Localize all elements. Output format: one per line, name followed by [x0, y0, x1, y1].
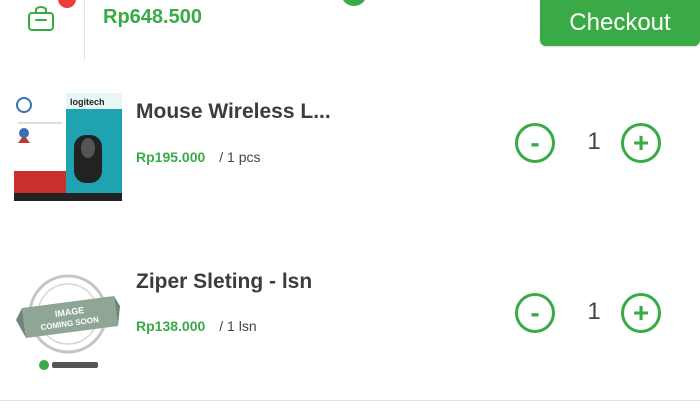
increase-quantity-button[interactable]: +: [621, 293, 661, 333]
product-unit: / 1 pcs: [219, 149, 261, 165]
decrease-quantity-button[interactable]: -: [515, 123, 555, 163]
shopping-bag-icon: [28, 6, 54, 31]
price-line: Rp195.000 / 1 pcs: [136, 149, 261, 165]
decrease-quantity-button[interactable]: -: [515, 293, 555, 333]
product-name[interactable]: Ziper Sleting - lsn: [136, 270, 312, 294]
product-unit: / 1 lsn: [219, 318, 257, 334]
svg-text:logitech: logitech: [70, 97, 105, 107]
cart-item: IMAGE COMING SOON Ziper Sleting - lsn Rp…: [0, 230, 700, 401]
checkout-button[interactable]: Checkout: [540, 0, 700, 46]
cart-total-price: Rp648.500: [103, 6, 202, 28]
cart-header: Rp648.500 Checkout: [0, 0, 700, 61]
product-price: Rp138.000: [136, 318, 206, 334]
cart-item: logitech Mouse Wireless L... Rp195.000 / …: [0, 60, 700, 231]
quantity-value: 1: [587, 128, 601, 155]
product-name[interactable]: Mouse Wireless L...: [136, 100, 331, 124]
quantity-value: 1: [587, 298, 601, 325]
product-price: Rp195.000: [136, 149, 206, 165]
cart-button[interactable]: [0, 0, 85, 60]
image-coming-soon-placeholder: IMAGE COMING SOON: [16, 274, 120, 370]
status-indicator: [341, 0, 367, 6]
price-line: Rp138.000 / 1 lsn: [136, 318, 257, 334]
cart-count-badge: [58, 0, 76, 8]
increase-quantity-button[interactable]: +: [621, 123, 661, 163]
product-image: logitech: [14, 93, 122, 201]
